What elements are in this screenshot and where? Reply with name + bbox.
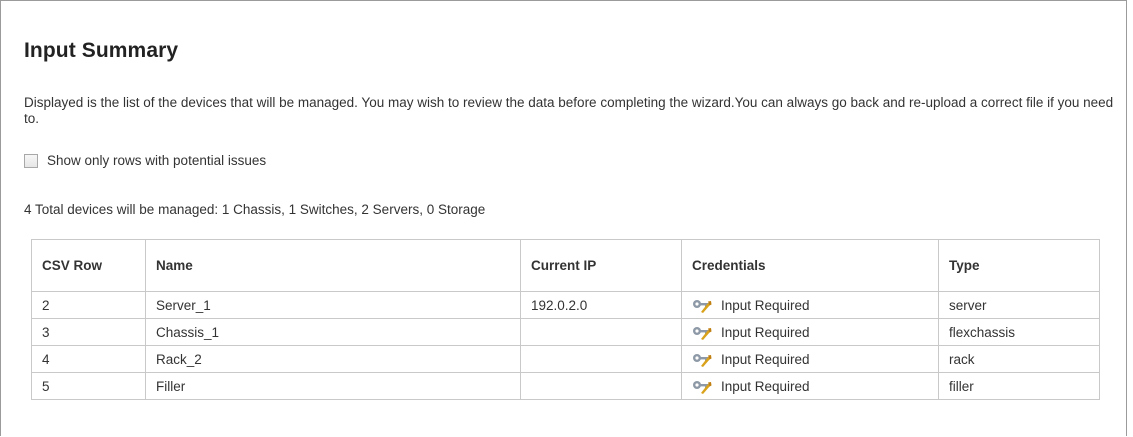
csv-row-cell: 3 <box>31 318 146 346</box>
key-wrench-icon[interactable] <box>692 297 712 313</box>
table-row[interactable]: 2 Server_1 192.0.2.0 Input Required serv… <box>31 291 1112 319</box>
column-header-type[interactable]: Type <box>938 239 1100 292</box>
column-header-csv-row[interactable]: CSV Row <box>31 239 146 292</box>
table-body: 2 Server_1 192.0.2.0 Input Required serv… <box>31 291 1112 400</box>
page-description: Displayed is the list of the devices tha… <box>24 95 1114 126</box>
wizard-panel: Input Summary Displayed is the list of t… <box>0 0 1127 436</box>
device-name-cell: Filler <box>145 372 521 400</box>
table-header-row: CSV Row Name Current IP Credentials Type <box>31 239 1112 292</box>
table-scrollbar-gutter[interactable] <box>1099 318 1112 346</box>
devices-summary: 4 Total devices will be managed: 1 Chass… <box>24 202 486 217</box>
table-row[interactable]: 3 Chassis_1 Input Required flexchassis <box>31 318 1112 346</box>
credentials-status[interactable]: Input Required <box>721 325 810 340</box>
device-type-cell: filler <box>938 372 1100 400</box>
device-name-cell: Server_1 <box>145 291 521 319</box>
credentials-cell[interactable]: Input Required <box>681 318 939 346</box>
table-scrollbar-gutter[interactable] <box>1099 345 1112 373</box>
csv-row-cell: 5 <box>31 372 146 400</box>
show-issues-label[interactable]: Show only rows with potential issues <box>47 153 266 168</box>
current-ip-cell <box>520 318 682 346</box>
show-issues-checkbox[interactable] <box>24 153 38 168</box>
table-scrollbar-gutter[interactable] <box>1099 239 1112 292</box>
current-ip-cell <box>520 372 682 400</box>
table-scrollbar-gutter[interactable] <box>1099 291 1112 319</box>
key-wrench-icon[interactable] <box>692 351 712 367</box>
table-row[interactable]: 4 Rack_2 Input Required rack <box>31 345 1112 373</box>
column-header-current-ip[interactable]: Current IP <box>520 239 682 292</box>
credentials-status[interactable]: Input Required <box>721 298 810 313</box>
key-wrench-icon[interactable] <box>692 378 712 394</box>
device-type-cell: server <box>938 291 1100 319</box>
csv-row-cell: 2 <box>31 291 146 319</box>
table-row[interactable]: 5 Filler Input Required filler <box>31 372 1112 400</box>
devices-table-container: CSV Row Name Current IP Credentials Type… <box>31 239 1112 437</box>
csv-row-cell: 4 <box>31 345 146 373</box>
page-title: Input Summary <box>24 39 179 62</box>
current-ip-cell <box>520 345 682 373</box>
credentials-status[interactable]: Input Required <box>721 352 810 367</box>
current-ip-cell: 192.0.2.0 <box>520 291 682 319</box>
device-type-cell: flexchassis <box>938 318 1100 346</box>
devices-table: CSV Row Name Current IP Credentials Type… <box>31 239 1112 400</box>
device-type-cell: rack <box>938 345 1100 373</box>
key-wrench-icon[interactable] <box>692 324 712 340</box>
device-name-cell: Chassis_1 <box>145 318 521 346</box>
filter-row: Show only rows with potential issues <box>24 153 266 168</box>
credentials-status[interactable]: Input Required <box>721 379 810 394</box>
column-header-name[interactable]: Name <box>145 239 521 292</box>
credentials-cell[interactable]: Input Required <box>681 291 939 319</box>
table-scrollbar-gutter[interactable] <box>1099 372 1112 400</box>
credentials-cell[interactable]: Input Required <box>681 345 939 373</box>
credentials-cell[interactable]: Input Required <box>681 372 939 400</box>
device-name-cell: Rack_2 <box>145 345 521 373</box>
column-header-credentials[interactable]: Credentials <box>681 239 939 292</box>
